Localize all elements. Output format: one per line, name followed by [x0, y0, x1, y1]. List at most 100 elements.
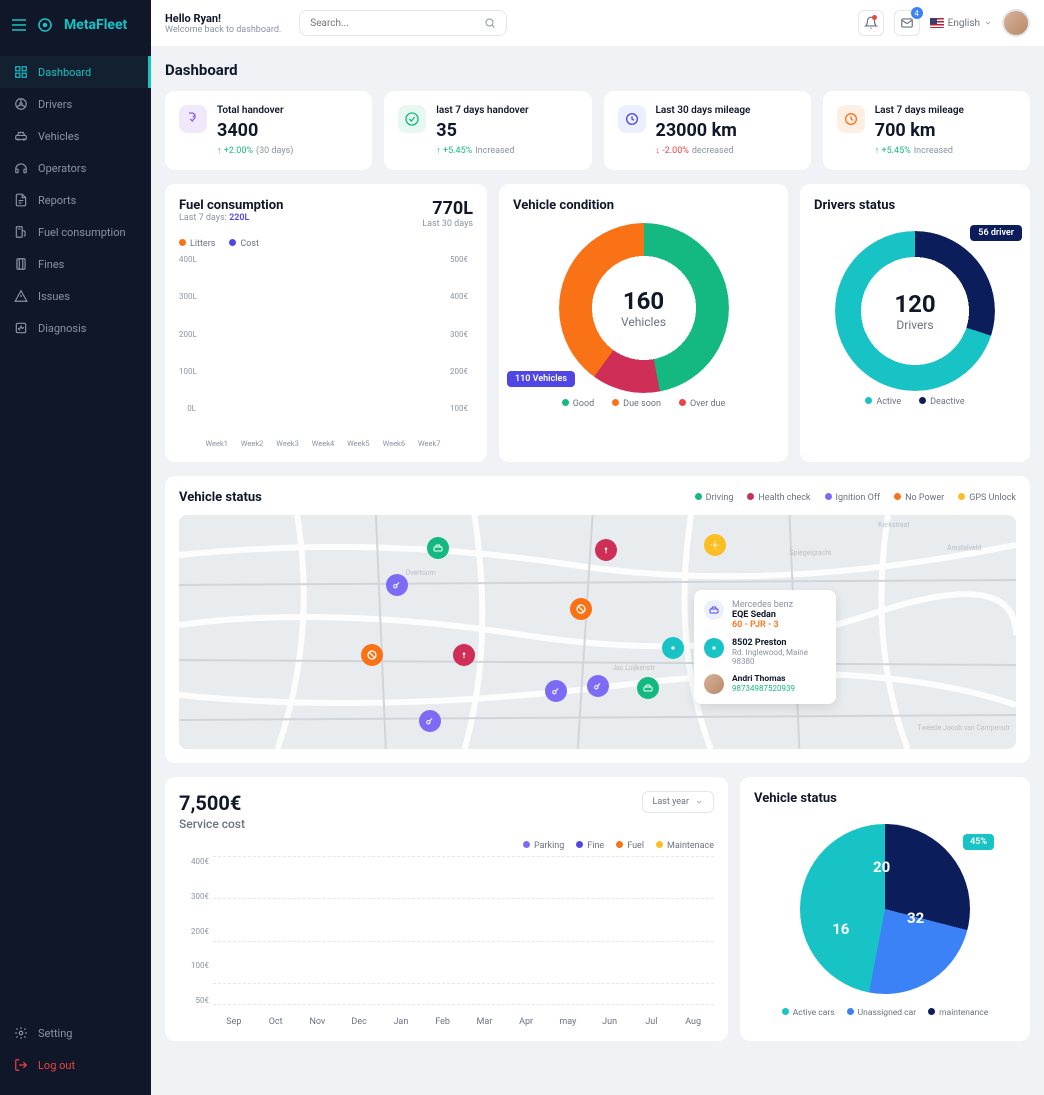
chevron-down-icon	[984, 19, 992, 27]
kpi-value: 35	[436, 120, 577, 141]
logout-icon	[14, 1058, 28, 1072]
search-icon	[484, 17, 496, 29]
logo: MetaFleet	[0, 0, 151, 50]
mail-icon	[900, 16, 914, 30]
map-marker-nopower-2[interactable]	[361, 644, 383, 666]
sidebar-item-dashboard[interactable]: Dashboard	[0, 56, 151, 88]
fuel-icon	[14, 225, 28, 239]
reports-icon	[14, 193, 28, 207]
map-marker-ignition-4[interactable]	[419, 710, 441, 732]
drivers-pill: 56 driver	[970, 225, 1022, 241]
kpi-value: 700 km	[875, 120, 1016, 141]
map-marker-driving[interactable]	[427, 537, 449, 559]
sidebar-item-issues[interactable]: Issues	[0, 280, 151, 312]
pie-panel: Vehicle status 20 16 32 45% Active cars …	[740, 777, 1030, 1041]
sidebar-item-settings[interactable]: Setting	[0, 1017, 151, 1049]
vstatus-title: Vehicle status	[179, 490, 262, 505]
sidebar-item-drivers[interactable]: Drivers	[0, 88, 151, 120]
svg-text:Jac.Luijkenstr: Jac.Luijkenstr	[612, 664, 655, 672]
map-info-card: Mercedes benz EQE Sedan 60 - PJR - 3 850…	[694, 590, 836, 704]
map-marker-ignition[interactable]	[386, 574, 408, 596]
kpi-trend: ↓ -2.00% decreased	[656, 145, 797, 156]
service-label: Service cost	[179, 817, 245, 831]
map-marker-gps[interactable]	[704, 534, 726, 556]
drivers-panel: Drivers status 120 Drivers 56 driver Act…	[800, 184, 1030, 462]
service-panel: 7,500€ Service cost Last year Parking Fi…	[165, 777, 728, 1041]
vehicles-icon	[14, 129, 28, 143]
map-marker-ignition-2[interactable]	[545, 680, 567, 702]
service-amount: 7,500€	[179, 791, 245, 815]
kpi-label: Total handover	[217, 105, 358, 116]
notifications-button[interactable]	[858, 10, 884, 36]
map[interactable]: SpiegelgrachtKerkstraatAmstelveld Jac.Lu…	[179, 515, 1016, 749]
fuel-total: 770L	[422, 198, 473, 219]
greeting-title: Hello Ryan!	[165, 12, 281, 25]
map-marker-driving-2[interactable]	[637, 677, 659, 699]
condition-legend: Good Due soon Over due	[513, 399, 774, 409]
kpi-icon	[618, 105, 646, 133]
kpi-cards: Total handover 3400 ↑ +2.00% (30 days) l…	[165, 91, 1030, 170]
svg-text:Spiegelgracht: Spiegelgracht	[790, 549, 833, 557]
service-legend: Parking Fine Fuel Maintenace	[179, 841, 714, 851]
kpi-card: Total handover 3400 ↑ +2.00% (30 days)	[165, 91, 372, 170]
sidebar-item-operators[interactable]: Operators	[0, 152, 151, 184]
sidebar-item-reports[interactable]: Reports	[0, 184, 151, 216]
brand-icon	[36, 16, 54, 34]
kpi-trend: ↑ +5.45% Increased	[875, 145, 1016, 156]
kpi-card: last 7 days handover 35 ↑ +5.45% Increas…	[384, 91, 591, 170]
notification-dot	[872, 15, 877, 20]
fuel-panel: Fuel consumption Last 7 days: 220L 770L …	[165, 184, 487, 462]
map-marker-ignition-3[interactable]	[587, 675, 609, 697]
svg-text:Amstelveld: Amstelveld	[947, 544, 981, 552]
kpi-trend: ↑ +5.45% Increased	[436, 145, 577, 156]
diagnosis-icon	[14, 321, 28, 335]
drivers-title: Drivers status	[814, 198, 1016, 213]
search-input[interactable]	[310, 18, 484, 29]
pie-legend: Active cars Unassigned car maintenance	[754, 1008, 1016, 1018]
kpi-card: Last 30 days mileage 23000 km ↓ -2.00% d…	[604, 91, 811, 170]
vstatus-legend: Driving Health check Ignition Off No Pow…	[695, 493, 1016, 503]
drivers-legend: Active Deactive	[814, 397, 1016, 407]
map-marker-nopower[interactable]	[570, 598, 592, 620]
condition-panel: Vehicle condition 160 Vehicles 110 Vehic…	[499, 184, 788, 462]
language-selector[interactable]: English	[930, 18, 992, 29]
sidebar-bottom: Setting Log out	[0, 1017, 151, 1095]
brand-name: MetaFleet	[64, 17, 127, 33]
vehicle-status-pie	[800, 824, 970, 994]
fuel-period: Last 30 days	[422, 219, 473, 229]
map-marker-selected[interactable]	[662, 637, 684, 659]
kpi-label: last 7 days handover	[436, 105, 577, 116]
sidebar-item-logout[interactable]: Log out	[0, 1049, 151, 1081]
drivers-icon	[14, 97, 28, 111]
period-select[interactable]: Last year	[642, 791, 714, 813]
kpi-card: Last 7 days mileage 700 km ↑ +5.45% Incr…	[823, 91, 1030, 170]
location-icon	[704, 638, 724, 658]
search-box[interactable]	[299, 10, 507, 36]
kpi-icon	[837, 105, 865, 133]
hamburger-icon[interactable]	[12, 19, 26, 31]
map-marker-health[interactable]	[595, 539, 617, 561]
fuel-subtitle: Last 7 days: 220L	[179, 213, 283, 223]
car-icon	[704, 600, 724, 620]
operators-icon	[14, 161, 28, 175]
sidebar-item-fines[interactable]: Fines	[0, 248, 151, 280]
kpi-value: 23000 km	[656, 120, 797, 141]
map-marker-health-2[interactable]	[453, 644, 475, 666]
kpi-icon	[179, 105, 207, 133]
mail-badge: 4	[911, 7, 923, 19]
kpi-label: Last 30 days mileage	[656, 105, 797, 116]
svg-text:Overtoom: Overtoom	[405, 569, 435, 577]
kpi-icon	[398, 105, 426, 133]
sidebar-item-fuel[interactable]: Fuel consumption	[0, 216, 151, 248]
avatar[interactable]	[1002, 9, 1030, 37]
sidebar-item-vehicles[interactable]: Vehicles	[0, 120, 151, 152]
messages-button[interactable]: 4	[894, 10, 920, 36]
sidebar-item-diagnosis[interactable]: Diagnosis	[0, 312, 151, 344]
sidebar: MetaFleet Dashboard Drivers Vehicles Ope…	[0, 0, 151, 1095]
topbar: Hello Ryan! Welcome back to dashboard. 4…	[151, 0, 1044, 47]
driver-avatar	[704, 674, 724, 694]
greeting-subtitle: Welcome back to dashboard.	[165, 25, 281, 35]
pie-title: Vehicle status	[754, 791, 1016, 806]
chevron-down-icon	[695, 798, 703, 806]
fuel-title: Fuel consumption	[179, 198, 283, 213]
